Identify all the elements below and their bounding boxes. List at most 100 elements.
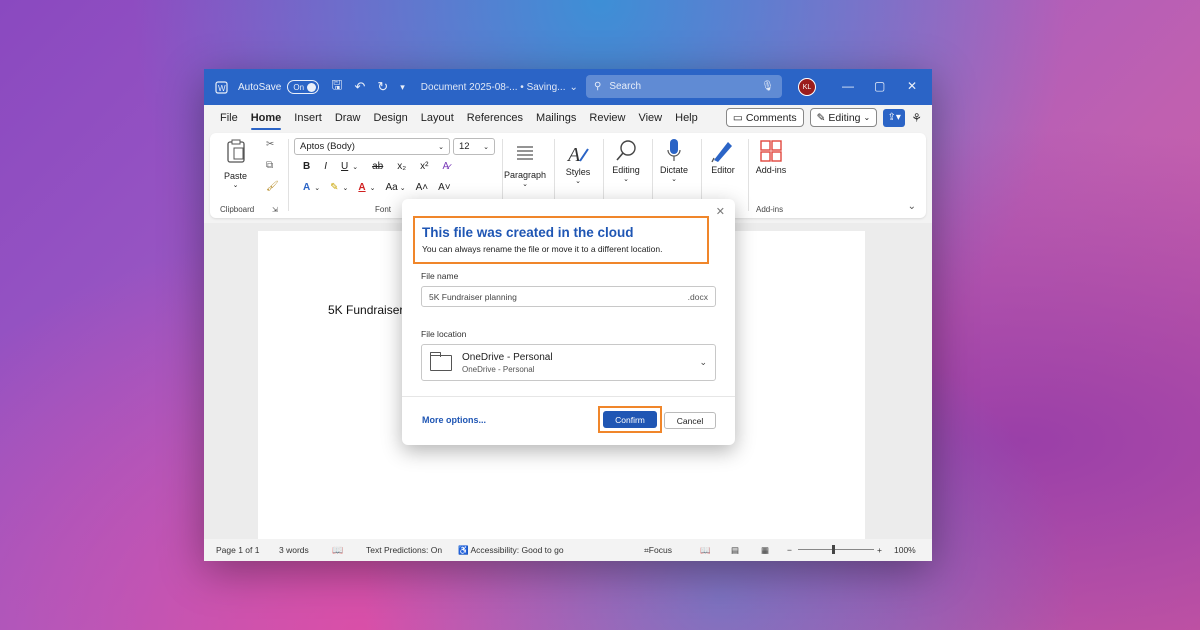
customize-icon[interactable]: ▾ bbox=[400, 82, 405, 93]
microphone-icon[interactable]: 🎙 bbox=[761, 81, 774, 92]
tab-file[interactable]: File bbox=[220, 108, 238, 128]
text-effects-icon[interactable]: A bbox=[303, 182, 310, 193]
dictate-button[interactable]: Dictate ⌄ bbox=[656, 137, 692, 183]
clipboard-launcher-icon[interactable]: ⇲ bbox=[272, 206, 278, 214]
ribbon-tabs: File Home Insert Draw Design Layout Refe… bbox=[204, 105, 932, 131]
read-mode-icon[interactable]: 📖 bbox=[700, 545, 711, 556]
chevron-down-icon[interactable]: ⌄ bbox=[314, 184, 320, 192]
underline-icon[interactable]: U bbox=[341, 161, 348, 172]
divider bbox=[288, 139, 289, 211]
word-app-icon: W bbox=[214, 80, 228, 94]
tab-home[interactable]: Home bbox=[250, 108, 281, 130]
font-name-select[interactable]: Aptos (Body) ⌄ bbox=[294, 138, 450, 155]
chevron-down-icon[interactable]: ⌄ bbox=[343, 184, 349, 192]
chevron-down-icon[interactable]: ⌄ bbox=[370, 184, 376, 192]
zoom-level[interactable]: 100% bbox=[894, 545, 916, 555]
status-bar: Page 1 of 1 3 words 📖 Text Predictions: … bbox=[204, 539, 932, 561]
microphone-icon bbox=[666, 137, 682, 165]
more-options-link[interactable]: More options... bbox=[422, 415, 486, 425]
font-size-select[interactable]: 12 ⌄ bbox=[453, 138, 495, 155]
font-color-icon[interactable]: A bbox=[358, 182, 365, 193]
chevron-down-icon: ⌄ bbox=[699, 357, 707, 367]
zoom-in-icon[interactable]: + bbox=[877, 545, 882, 555]
proofing-icon[interactable]: 📖 bbox=[332, 545, 343, 556]
highlighter-icon[interactable]: ✎ bbox=[330, 182, 338, 193]
document-title[interactable]: Document 2025-08-... • Saving... bbox=[421, 82, 566, 93]
chevron-down-icon[interactable]: ⌄ bbox=[400, 184, 406, 192]
cancel-button[interactable]: Cancel bbox=[664, 412, 716, 429]
chevron-down-icon: ⌄ bbox=[483, 143, 489, 151]
close-icon[interactable]: ✕ bbox=[907, 79, 917, 93]
chevron-down-icon: ⌄ bbox=[438, 143, 444, 151]
superscript-icon[interactable]: x² bbox=[420, 161, 428, 172]
share-button[interactable]: ⇪▾ bbox=[883, 108, 906, 127]
minimize-icon[interactable]: — bbox=[842, 79, 854, 93]
tab-mailings[interactable]: Mailings bbox=[536, 108, 576, 128]
cut-icon[interactable]: ✂ bbox=[266, 139, 274, 150]
confirm-button[interactable]: Confirm bbox=[603, 411, 657, 428]
chevron-down-icon: ⌄ bbox=[575, 178, 581, 185]
comments-button[interactable]: ▭ Comments bbox=[725, 108, 804, 127]
tab-layout[interactable]: Layout bbox=[421, 108, 454, 128]
grow-font-icon[interactable]: A˄ bbox=[416, 182, 429, 193]
zoom-slider-thumb[interactable] bbox=[832, 545, 835, 554]
clear-formatting-icon[interactable]: A̷ bbox=[442, 161, 449, 172]
format-row-2: A ⌄ ✎ ⌄ A ⌄ Aa ⌄ A˄ A˅ bbox=[303, 182, 451, 193]
avatar[interactable]: KL bbox=[798, 78, 816, 96]
redo-icon[interactable]: ↻ bbox=[377, 79, 388, 95]
file-location-select[interactable]: OneDrive - Personal OneDrive - Personal … bbox=[421, 344, 716, 381]
paragraph-icon bbox=[515, 139, 535, 167]
tab-view[interactable]: View bbox=[638, 108, 662, 128]
file-location-label: File location bbox=[421, 329, 467, 339]
chevron-down-icon[interactable]: ⌄ bbox=[569, 82, 577, 93]
tab-insert[interactable]: Insert bbox=[294, 108, 322, 128]
change-case-icon[interactable]: Aa bbox=[385, 182, 397, 193]
file-name-input[interactable]: 5K Fundraiser planning .docx bbox=[421, 286, 716, 307]
copy-icon[interactable]: ⧉ bbox=[266, 160, 273, 171]
tab-review[interactable]: Review bbox=[589, 108, 625, 128]
web-layout-icon[interactable]: ▦ bbox=[761, 545, 769, 556]
autosave-toggle[interactable]: On bbox=[287, 80, 320, 94]
accessibility-icon: ♿ bbox=[458, 545, 469, 555]
pencil-icon: ✎ bbox=[816, 111, 826, 124]
italic-icon[interactable]: I bbox=[324, 161, 327, 172]
strikethrough-icon[interactable]: ab bbox=[372, 161, 383, 172]
tab-references[interactable]: References bbox=[467, 108, 523, 128]
tab-design[interactable]: Design bbox=[373, 108, 407, 128]
zoom-slider[interactable] bbox=[798, 545, 874, 554]
format-painter-icon[interactable]: 🖌 bbox=[266, 181, 279, 192]
clipboard-icon bbox=[225, 137, 247, 165]
bold-icon[interactable]: B bbox=[303, 161, 310, 172]
maximize-icon[interactable]: ▢ bbox=[874, 79, 885, 93]
chevron-down-icon[interactable]: ⌄ bbox=[352, 163, 358, 171]
zoom-out-icon[interactable]: − bbox=[787, 545, 792, 555]
close-icon[interactable]: ✕ bbox=[716, 205, 725, 218]
editing-mode-button[interactable]: ✎ Editing ⌄ bbox=[809, 108, 878, 127]
editing-button[interactable]: Editing ⌄ bbox=[608, 137, 644, 183]
styles-button[interactable]: A Styles ⌄ bbox=[562, 139, 594, 185]
accessibility-status[interactable]: ♿ Accessibility: Good to go bbox=[458, 545, 564, 556]
editor-label: Editor bbox=[711, 165, 735, 175]
page-count[interactable]: Page 1 of 1 bbox=[216, 545, 259, 555]
paste-button[interactable]: Paste ⌄ bbox=[224, 137, 247, 189]
tab-help[interactable]: Help bbox=[675, 108, 698, 128]
word-count[interactable]: 3 words bbox=[279, 545, 309, 555]
text-predictions[interactable]: Text Predictions: On bbox=[366, 545, 442, 555]
save-icon[interactable]: 🖫 bbox=[331, 76, 342, 98]
tab-draw[interactable]: Draw bbox=[335, 108, 361, 128]
undo-icon[interactable]: ↶ bbox=[354, 79, 365, 95]
clipboard-group-label: Clipboard bbox=[220, 205, 255, 214]
focus-button[interactable]: ⌗Focus bbox=[644, 545, 672, 556]
print-layout-icon[interactable]: ▤ bbox=[731, 545, 739, 556]
shrink-font-icon[interactable]: A˅ bbox=[438, 182, 451, 193]
autosave[interactable]: AutoSave On bbox=[238, 80, 320, 94]
autosave-label: AutoSave bbox=[238, 81, 282, 93]
paragraph-button[interactable]: Paragraph ⌄ bbox=[504, 139, 546, 188]
copilot-icon[interactable]: ⚘ bbox=[911, 111, 922, 125]
collapse-ribbon-icon[interactable]: ⌄ bbox=[908, 201, 916, 212]
subscript-icon[interactable]: x₂ bbox=[397, 161, 406, 172]
divider bbox=[748, 139, 749, 211]
search-box[interactable]: ⚲ Search 🎙 bbox=[586, 75, 782, 98]
addins-button[interactable]: Add-ins bbox=[753, 137, 789, 175]
editor-button[interactable]: Editor bbox=[706, 137, 740, 175]
